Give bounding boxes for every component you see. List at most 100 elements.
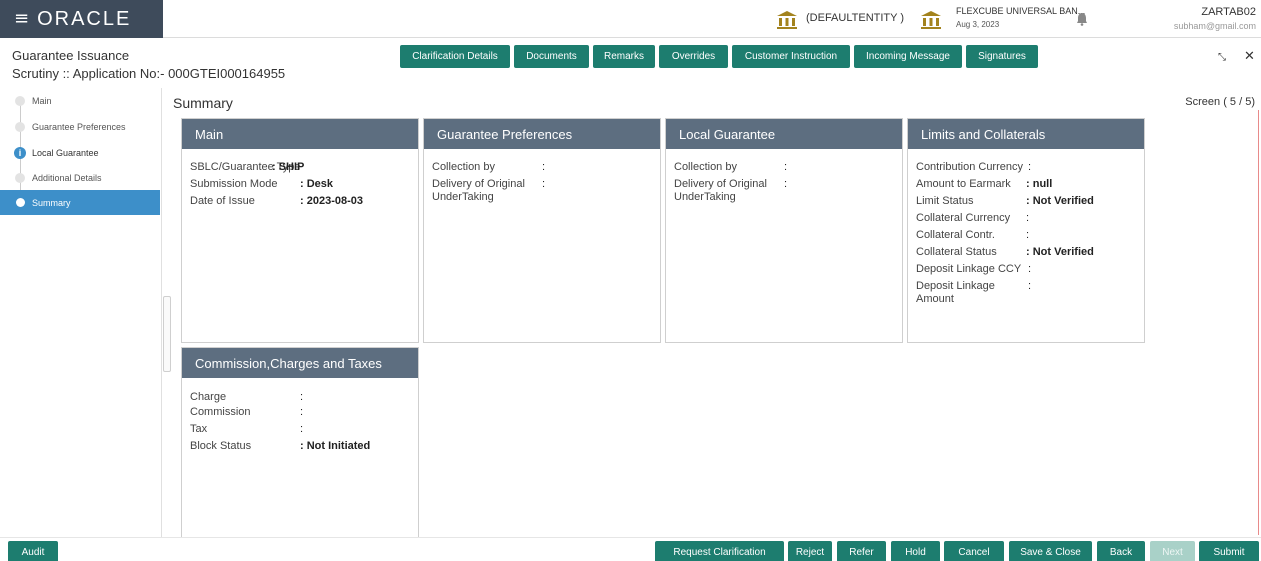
row-key: Tax bbox=[190, 423, 208, 435]
card-limits-collaterals[interactable]: Limits and Collaterals Contribution Curr… bbox=[907, 118, 1145, 343]
row-key: Delivery of Original bbox=[432, 178, 525, 190]
row-value: : bbox=[542, 161, 546, 173]
branch-date: Aug 3, 2023 bbox=[956, 20, 1000, 29]
oracle-logo: ORACLE bbox=[37, 7, 132, 30]
row-key: Submission Mode bbox=[190, 178, 278, 190]
row-key: Limit Status bbox=[916, 195, 974, 207]
step-dot-icon bbox=[16, 198, 25, 207]
clarification-details-button[interactable]: Clarification Details bbox=[400, 45, 510, 68]
bank-icon bbox=[777, 11, 797, 29]
card-title: Commission,Charges and Taxes bbox=[182, 348, 418, 378]
minimize-icon[interactable]: ⤡ bbox=[1218, 52, 1226, 63]
save-close-button[interactable]: Save & Close bbox=[1009, 541, 1092, 561]
hold-button[interactable]: Hold bbox=[891, 541, 940, 561]
step-guarantee-preferences[interactable]: Guarantee Preferences bbox=[0, 114, 160, 139]
card-commission-charges-taxes[interactable]: Commission,Charges and Taxes Charge : Co… bbox=[181, 347, 419, 547]
branch-name: FLEXCUBE UNIVERSAL BAN... bbox=[956, 6, 1086, 16]
row-key: UnderTaking bbox=[674, 191, 736, 203]
request-clarification-button[interactable]: Request Clarification bbox=[655, 541, 784, 561]
customer-instruction-button[interactable]: Customer Instruction bbox=[732, 45, 850, 68]
row-key: Amount to Earmark bbox=[916, 178, 1011, 190]
row-key: Charge bbox=[190, 391, 227, 403]
step-dot-icon bbox=[15, 95, 25, 106]
step-label: Additional Details bbox=[32, 172, 102, 183]
application-number: Scrutiny :: Application No:- 000GTEI0001… bbox=[12, 66, 286, 81]
row-value: : Not Verified bbox=[1026, 246, 1094, 258]
row-value: : 2023-08-03 bbox=[300, 195, 363, 207]
row-value: : bbox=[1026, 212, 1030, 224]
user-email: subham@gmail.com bbox=[1173, 21, 1256, 31]
top-bar: ≡ ORACLE (DEFAULTENTITY ) FLEXCUBE UNIVE… bbox=[0, 0, 1261, 38]
card-title: Local Guarantee bbox=[666, 119, 902, 149]
row-key: Collection by bbox=[432, 161, 495, 173]
row-value: : SHIP bbox=[272, 161, 305, 173]
user-name: ZARTAB02 bbox=[1201, 6, 1256, 18]
user-info[interactable]: ZARTAB02 subham@gmail.com bbox=[1174, 5, 1256, 33]
page-title: Guarantee Issuance bbox=[12, 48, 130, 63]
row-value: : bbox=[784, 161, 788, 173]
step-label: Summary bbox=[32, 197, 71, 208]
submit-button[interactable]: Submit bbox=[1199, 541, 1259, 561]
row-value: : Not Initiated bbox=[300, 440, 371, 452]
overrides-button[interactable]: Overrides bbox=[659, 45, 728, 68]
footer-bar: Audit Request Clarification Reject Refer… bbox=[0, 537, 1261, 561]
row-key: Deposit Linkage CCY bbox=[916, 263, 1022, 275]
row-key: Delivery of Original bbox=[674, 178, 767, 190]
entity-label[interactable]: (DEFAULTENTITY ) bbox=[806, 12, 904, 24]
row-value: : bbox=[300, 406, 304, 418]
remarks-button[interactable]: Remarks bbox=[593, 45, 655, 68]
row-key: Deposit Linkage bbox=[916, 280, 995, 292]
step-label: Local Guarantee bbox=[32, 147, 99, 158]
row-key: Collateral Status bbox=[916, 246, 997, 258]
branch-info[interactable]: FLEXCUBE UNIVERSAL BAN... Aug 3, 2023 bbox=[956, 5, 1085, 31]
step-dot-icon bbox=[15, 172, 25, 183]
row-value: : bbox=[784, 178, 788, 190]
row-value: : bbox=[1026, 229, 1030, 241]
documents-button[interactable]: Documents bbox=[514, 45, 589, 68]
logo-block: ≡ ORACLE bbox=[0, 0, 163, 38]
screen-indicator: Screen ( 5 / 5) bbox=[1185, 96, 1255, 108]
row-key: Date of Issue bbox=[190, 195, 255, 207]
notification-bell-icon[interactable] bbox=[1076, 12, 1088, 26]
row-value: : bbox=[1028, 263, 1032, 275]
branch-bank-icon bbox=[921, 11, 941, 29]
step-additional-details[interactable]: Additional Details bbox=[0, 165, 160, 190]
hamburger-menu-icon[interactable]: ≡ bbox=[14, 10, 29, 28]
summary-title: Summary bbox=[173, 95, 233, 111]
row-value: : bbox=[300, 423, 304, 435]
step-sidebar: Main Guarantee Preferences i Local Guara… bbox=[0, 88, 162, 537]
scroll-indicator bbox=[1258, 110, 1259, 535]
row-value: : Desk bbox=[300, 178, 334, 190]
row-value: : bbox=[542, 178, 546, 190]
reject-button[interactable]: Reject bbox=[788, 541, 832, 561]
signatures-button[interactable]: Signatures bbox=[966, 45, 1038, 68]
row-key: Amount bbox=[916, 293, 954, 305]
info-icon: i bbox=[14, 146, 26, 159]
cancel-button[interactable]: Cancel bbox=[944, 541, 1004, 561]
card-main[interactable]: Main SBLC/Guarantee Type : SHIP Submissi… bbox=[181, 118, 419, 343]
card-local-guarantee[interactable]: Local Guarantee Collection by : Delivery… bbox=[665, 118, 903, 343]
row-key: UnderTaking bbox=[432, 191, 494, 203]
step-local-guarantee[interactable]: i Local Guarantee bbox=[0, 140, 160, 165]
step-summary[interactable]: Summary bbox=[0, 190, 160, 215]
close-icon[interactable]: ✕ bbox=[1244, 49, 1255, 64]
back-button[interactable]: Back bbox=[1097, 541, 1145, 561]
refer-button[interactable]: Refer bbox=[837, 541, 886, 561]
row-value: : Not Verified bbox=[1026, 195, 1094, 207]
row-value: : bbox=[300, 391, 304, 403]
card-guarantee-preferences[interactable]: Guarantee Preferences Collection by : De… bbox=[423, 118, 661, 343]
incoming-message-button[interactable]: Incoming Message bbox=[854, 45, 962, 68]
sidebar-collapse-handle[interactable] bbox=[163, 296, 171, 372]
next-button[interactable]: Next bbox=[1150, 541, 1195, 561]
audit-button[interactable]: Audit bbox=[8, 541, 58, 561]
row-key: Commission bbox=[190, 406, 251, 418]
step-main[interactable]: Main bbox=[0, 88, 160, 113]
row-key: Collection by bbox=[674, 161, 737, 173]
row-key: Collateral Contr. bbox=[916, 229, 995, 241]
row-key: Block Status bbox=[190, 440, 252, 452]
card-title: Main bbox=[182, 119, 418, 149]
step-dot-icon bbox=[15, 121, 25, 132]
page-header: Guarantee Issuance Scrutiny :: Applicati… bbox=[0, 38, 1261, 88]
row-value: : bbox=[1028, 161, 1032, 173]
card-title: Limits and Collaterals bbox=[908, 119, 1144, 149]
